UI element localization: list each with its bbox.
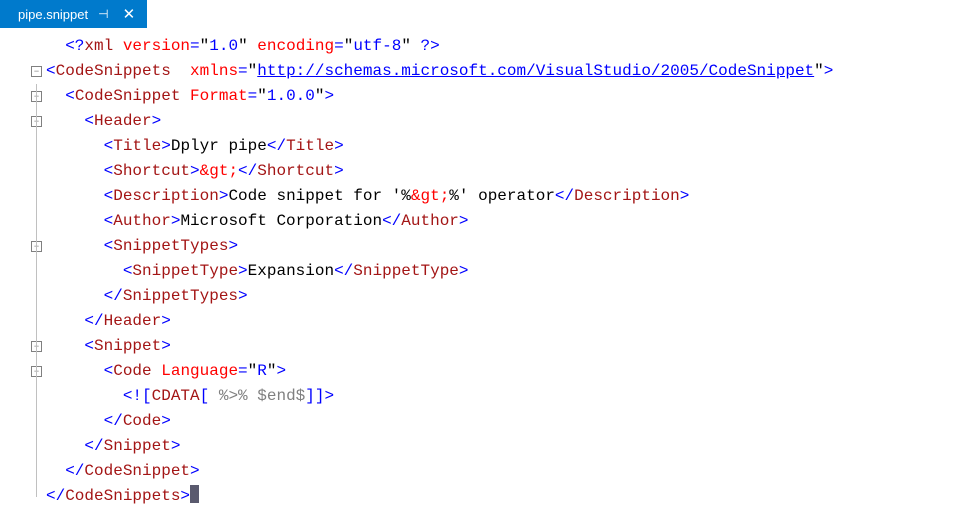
- code-line[interactable]: </CodeSnippet>: [46, 459, 964, 484]
- code-line[interactable]: <Author>Microsoft Corporation</Author>: [46, 209, 964, 234]
- code-line[interactable]: <SnippetType>Expansion</SnippetType>: [46, 259, 964, 284]
- code-line[interactable]: <Code Language="R">: [46, 359, 964, 384]
- code-line[interactable]: <?xml version="1.0" encoding="utf-8" ?>: [46, 34, 964, 59]
- tab-bar: pipe.snippet ⊣ ✕: [0, 0, 964, 28]
- file-tab[interactable]: pipe.snippet ⊣ ✕: [0, 0, 147, 28]
- code-area[interactable]: <?xml version="1.0" encoding="utf-8" ?> …: [46, 34, 964, 531]
- code-line[interactable]: </SnippetTypes>: [46, 284, 964, 309]
- editor: − − − − − − <?xml version="1.0" encoding…: [0, 28, 964, 531]
- code-line[interactable]: <Header>: [46, 109, 964, 134]
- code-line[interactable]: </Code>: [46, 409, 964, 434]
- code-line[interactable]: <CodeSnippets xmlns="http://schemas.micr…: [46, 59, 964, 84]
- code-line[interactable]: <Title>Dplyr pipe</Title>: [46, 134, 964, 159]
- code-line[interactable]: <![CDATA[ %>% $end$]]>: [46, 384, 964, 409]
- code-line[interactable]: </Snippet>: [46, 434, 964, 459]
- code-line[interactable]: </Header>: [46, 309, 964, 334]
- fold-toggle[interactable]: −: [31, 66, 42, 77]
- close-icon[interactable]: ✕: [119, 7, 140, 22]
- code-line[interactable]: <Snippet>: [46, 334, 964, 359]
- gutter: − − − − − −: [0, 34, 46, 531]
- code-line[interactable]: <CodeSnippet Format="1.0.0">: [46, 84, 964, 109]
- code-line[interactable]: </CodeSnippets>: [46, 484, 964, 509]
- code-line[interactable]: <SnippetTypes>: [46, 234, 964, 259]
- tab-filename: pipe.snippet: [18, 7, 88, 22]
- code-line[interactable]: <Shortcut>&gt;</Shortcut>: [46, 159, 964, 184]
- cursor: [190, 485, 199, 503]
- code-line[interactable]: <Description>Code snippet for '%&gt;%' o…: [46, 184, 964, 209]
- pin-icon[interactable]: ⊣: [98, 7, 108, 21]
